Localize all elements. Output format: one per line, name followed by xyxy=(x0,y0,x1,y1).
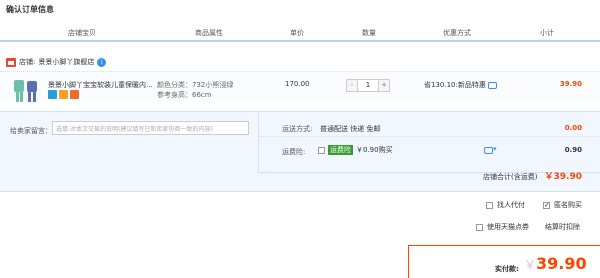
service-tag-icon xyxy=(59,90,68,99)
insurance-label: 运费险: xyxy=(282,148,306,156)
tmall-points-label[interactable]: 使用天猫点券 xyxy=(487,222,529,232)
seller-message-input[interactable]: 选填:对本次交易的说明(建议填写已和卖家协商一致的内容) xyxy=(52,121,249,135)
quantity-plus-button[interactable]: + xyxy=(378,80,389,91)
page-title: 确认订单信息 xyxy=(6,5,54,14)
discount-text: 省130.10:新品特惠 xyxy=(424,80,497,90)
shipping-price: 0.00 xyxy=(564,124,582,132)
quantity-input[interactable]: 1 xyxy=(358,80,378,91)
insurance-price: 0.90 xyxy=(564,146,582,154)
col-discount: 优惠方式 xyxy=(443,29,471,37)
chat-badge-icon[interactable]: i xyxy=(97,57,107,67)
final-amount: 39.90 xyxy=(536,254,587,273)
quantity-stepper: - 1 + xyxy=(346,79,390,92)
divider xyxy=(258,136,600,137)
proxy-pay-checkbox[interactable] xyxy=(486,201,493,209)
final-payment-value: ￥39.90 xyxy=(524,254,587,273)
tmall-points-option: 使用天猫点券 xyxy=(476,222,529,232)
column-header: 店铺宝贝 商品属性 单价 数量 优惠方式 小计 xyxy=(0,22,600,42)
message-label: 给卖家留言： xyxy=(10,127,52,135)
anonymous-option: 匿名购买 xyxy=(543,200,582,210)
insurance-value: ￥0.90购买 xyxy=(356,146,393,154)
attr-size: 参考身高：66cm xyxy=(157,91,212,99)
service-tags xyxy=(48,90,79,99)
anonymous-checkbox[interactable] xyxy=(543,201,550,209)
shop-row: 店铺: 景景小脚丫旗舰店 i xyxy=(6,56,107,68)
discount-label: 省130.10:新品特惠 xyxy=(424,81,486,89)
quantity-minus-button[interactable]: - xyxy=(347,80,358,91)
product-name-link[interactable]: 景景小脚丫宝宝软装儿童保暖内... xyxy=(48,80,153,90)
insurance-tag: 运费险 xyxy=(328,145,353,155)
chevron-down-icon[interactable]: ▾ xyxy=(493,145,497,153)
col-subtotal: 小计 xyxy=(540,29,554,37)
tmall-points-checkbox[interactable] xyxy=(476,223,483,231)
unit-price: 170.00 xyxy=(285,80,310,88)
settle-deduct-text: 结算时扣除 xyxy=(545,223,580,231)
col-shop-items: 店铺宝贝 xyxy=(68,29,96,37)
service-tag-icon xyxy=(48,90,57,99)
shop-total-value: ￥39.90 xyxy=(544,172,582,182)
insurance-checkbox[interactable] xyxy=(318,146,325,154)
comment-icon[interactable] xyxy=(484,147,493,154)
service-tag-icon xyxy=(70,90,79,99)
insurance-option: 运费险 ￥0.90购买 xyxy=(318,145,393,155)
currency-symbol: ￥ xyxy=(524,258,537,272)
col-unit-price: 单价 xyxy=(290,29,304,37)
shop-prefix: 店铺: xyxy=(19,58,36,66)
comment-icon[interactable] xyxy=(487,81,497,89)
order-item-row: 景景小脚丫宝宝软装儿童保暖内... 颜色分类：732小熊浸绿 参考身高：66cm… xyxy=(0,71,600,104)
product-thumbnail[interactable] xyxy=(12,78,42,104)
shipping-column xyxy=(258,112,600,172)
shop-total-label: 店铺合计(含运费) xyxy=(483,173,538,181)
shipping-method-label: 运送方式: xyxy=(282,125,313,133)
shipping-method-value[interactable]: 普通配送 快递 免邮 xyxy=(320,124,380,134)
anonymous-label[interactable]: 匿名购买 xyxy=(554,200,582,210)
final-payment-label: 实付款: xyxy=(495,265,519,273)
shop-name-link[interactable]: 景景小脚丫旗舰店 xyxy=(38,57,94,67)
col-attributes: 商品属性 xyxy=(195,29,223,37)
proxy-pay-label[interactable]: 找人代付 xyxy=(497,200,525,210)
col-quantity: 数量 xyxy=(362,29,376,37)
proxy-pay-option: 找人代付 xyxy=(486,200,525,210)
shop-icon xyxy=(6,57,16,67)
attr-color: 颜色分类：732小熊浸绿 xyxy=(157,81,234,89)
item-subtotal: 39.90 xyxy=(559,80,582,88)
